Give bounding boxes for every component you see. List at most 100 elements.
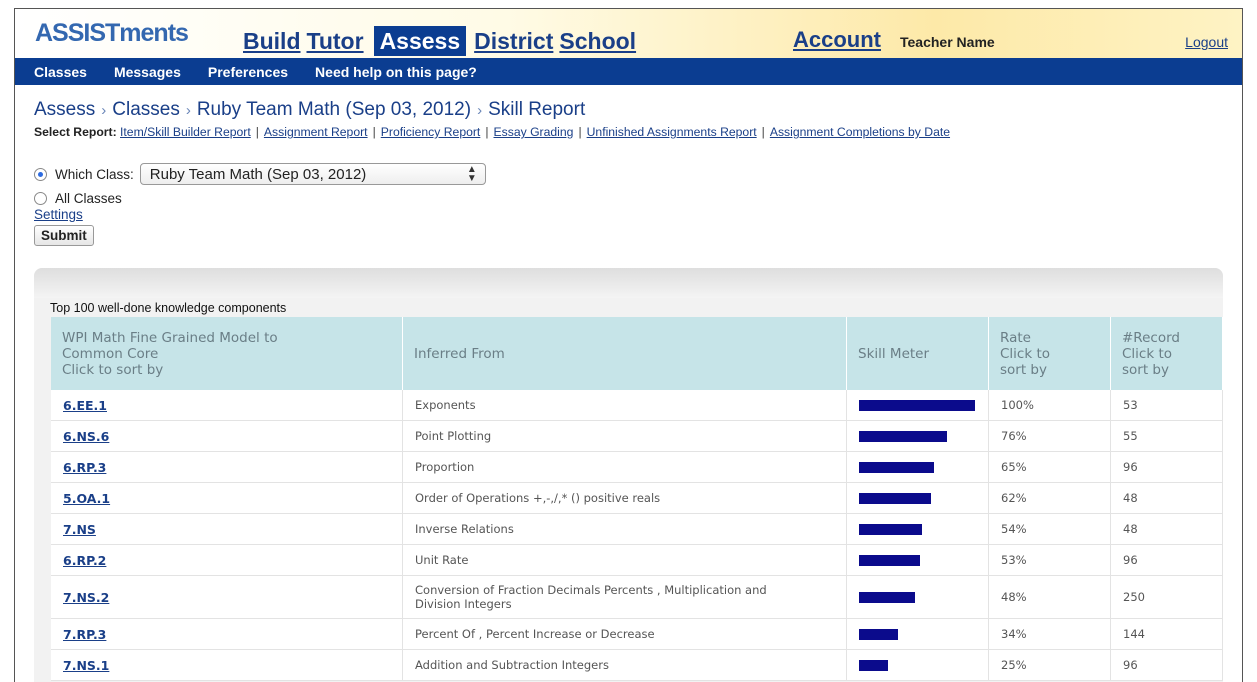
settings-link[interactable]: Settings [34, 207, 1242, 222]
table-title: Top 100 well-done knowledge components [50, 301, 287, 315]
skill-meter-bar [859, 399, 975, 411]
skill-meter-bar [859, 591, 915, 603]
skill-meter-bar [859, 461, 934, 473]
class-select-value: Ruby Team Math (Sep 03, 2012) [149, 165, 367, 183]
logout-link[interactable]: Logout [1185, 34, 1228, 50]
nav-school[interactable]: School [553, 26, 642, 56]
table-row: 6.RP.3 Proportion 65% 96 [51, 451, 1223, 483]
class-form: Which Class: Ruby Team Math (Sep 03, 201… [34, 161, 1242, 246]
skill-meter-bar [859, 523, 922, 535]
col-header-model[interactable]: WPI Math Fine Grained Model to Common Co… [51, 317, 403, 390]
cell-records: 96 [1110, 451, 1223, 483]
cell-skill-meter [846, 451, 989, 483]
breadcrumb-class[interactable]: Ruby Team Math (Sep 03, 2012) [197, 99, 471, 120]
cell-inferred: Conversion of Fraction Decimals Percents… [402, 575, 847, 619]
cell-rate: 62% [988, 482, 1111, 514]
cell-inferred: Unit Rate [402, 544, 847, 576]
skill-table: WPI Math Fine Grained Model to Common Co… [51, 317, 1223, 681]
breadcrumb-classes[interactable]: Classes [112, 99, 180, 120]
all-classes-radio[interactable] [34, 191, 47, 205]
cell-code: 7.NS.2 [51, 575, 403, 619]
table-row: 7.NS Inverse Relations 54% 48 [51, 513, 1223, 545]
sub-nav: Classes Messages Preferences Need help o… [15, 58, 1242, 85]
cell-records: 48 [1110, 513, 1223, 545]
skill-code-link[interactable]: 7.RP.3 [63, 627, 106, 642]
report-link-item-skill[interactable]: Item/Skill Builder Report [120, 125, 251, 139]
cell-records: 53 [1110, 390, 1223, 421]
cell-code: 7.RP.3 [51, 618, 403, 650]
subnav-messages[interactable]: Messages [114, 64, 181, 80]
cell-code: 6.RP.2 [51, 544, 403, 576]
subnav-help[interactable]: Need help on this page? [315, 64, 477, 80]
cell-records: 250 [1110, 575, 1223, 619]
col-header-rate[interactable]: Rate Click to sort by [988, 317, 1111, 390]
skill-code-link[interactable]: 7.NS [63, 522, 96, 537]
breadcrumb-skill-report: Skill Report [488, 99, 586, 120]
skill-code-link[interactable]: 6.EE.1 [63, 398, 107, 413]
skill-code-link[interactable]: 7.NS.1 [63, 658, 109, 673]
cell-inferred: Inverse Relations [402, 513, 847, 545]
report-link-essay[interactable]: Essay Grading [494, 125, 574, 139]
skill-meter-bar [859, 492, 931, 504]
subnav-classes[interactable]: Classes [34, 64, 87, 80]
cell-code: 6.EE.1 [51, 390, 403, 421]
app-logo[interactable]: ASSISTments [35, 19, 189, 48]
page-frame: ASSISTments Build Tutor Assess District … [14, 8, 1243, 682]
skill-meter-bar [859, 659, 888, 671]
cell-code: 7.NS.1 [51, 649, 403, 681]
main-nav: Build Tutor Assess District School [237, 26, 642, 56]
cell-records: 48 [1110, 482, 1223, 514]
table-row: 5.OA.1 Order of Operations +,-,/,* () pos… [51, 482, 1223, 514]
nav-assess[interactable]: Assess [373, 26, 467, 56]
subnav-preferences[interactable]: Preferences [208, 64, 288, 80]
nav-tutor[interactable]: Tutor [301, 26, 370, 56]
table-row: 6.RP.2 Unit Rate 53% 96 [51, 544, 1223, 576]
all-classes-label: All Classes [55, 190, 122, 206]
cell-inferred: Proportion [402, 451, 847, 483]
breadcrumb-separator: › [185, 102, 191, 119]
submit-button[interactable]: Submit [34, 225, 94, 246]
skill-code-link[interactable]: 6.RP.3 [63, 460, 106, 475]
cell-inferred: Exponents [402, 390, 847, 421]
class-select[interactable]: Ruby Team Math (Sep 03, 2012) ▲ ▼ [139, 163, 486, 185]
col-header-skill-meter: Skill Meter [846, 317, 989, 390]
cell-skill-meter [846, 618, 989, 650]
cell-rate: 54% [988, 513, 1111, 545]
report-link-completions[interactable]: Assignment Completions by Date [770, 125, 950, 139]
select-report-label: Select Report: [34, 125, 117, 139]
table-row: 6.NS.6 Point Plotting 76% 55 [51, 420, 1223, 452]
col-header-records[interactable]: #Record Click to sort by [1110, 317, 1223, 390]
cell-skill-meter [846, 420, 989, 452]
skill-code-link[interactable]: 7.NS.2 [63, 590, 109, 605]
col-header-model-text: WPI Math Fine Grained Model to Common Co… [62, 329, 278, 378]
account-link[interactable]: Account [793, 27, 881, 53]
cell-code: 5.OA.1 [51, 482, 403, 514]
breadcrumb-separator: › [101, 102, 107, 119]
skill-meter-bar [859, 430, 947, 442]
breadcrumb: Assess › Classes › Ruby Team Math (Sep 03, 2… [34, 99, 1242, 121]
report-link-assignment[interactable]: Assignment Report [264, 125, 368, 139]
cell-skill-meter [846, 390, 989, 421]
col-header-inferred: Inferred From [402, 317, 847, 390]
cell-inferred: Point Plotting [402, 420, 847, 452]
teacher-name: Teacher Name [900, 34, 995, 50]
breadcrumb-assess[interactable]: Assess [34, 99, 95, 120]
nav-district[interactable]: District [468, 26, 559, 56]
report-link-unfinished[interactable]: Unfinished Assignments Report [587, 125, 757, 139]
which-class-radio[interactable] [34, 167, 47, 181]
skill-meter-bar [859, 628, 898, 640]
table-row: 7.NS.1 Addition and Subtraction Integers 2… [51, 649, 1223, 681]
cell-skill-meter [846, 513, 989, 545]
select-arrows-icon: ▲ ▼ [466, 164, 477, 184]
cell-rate: 34% [988, 618, 1111, 650]
cell-code: 6.NS.6 [51, 420, 403, 452]
nav-build[interactable]: Build [237, 26, 307, 56]
skill-code-link[interactable]: 5.OA.1 [63, 491, 110, 506]
cell-code: 6.RP.3 [51, 451, 403, 483]
cell-rate: 76% [988, 420, 1111, 452]
cell-rate: 65% [988, 451, 1111, 483]
skill-code-link[interactable]: 6.NS.6 [63, 429, 109, 444]
report-link-proficiency[interactable]: Proficiency Report [381, 125, 481, 139]
skill-meter-bar [859, 554, 920, 566]
skill-code-link[interactable]: 6.RP.2 [63, 553, 106, 568]
